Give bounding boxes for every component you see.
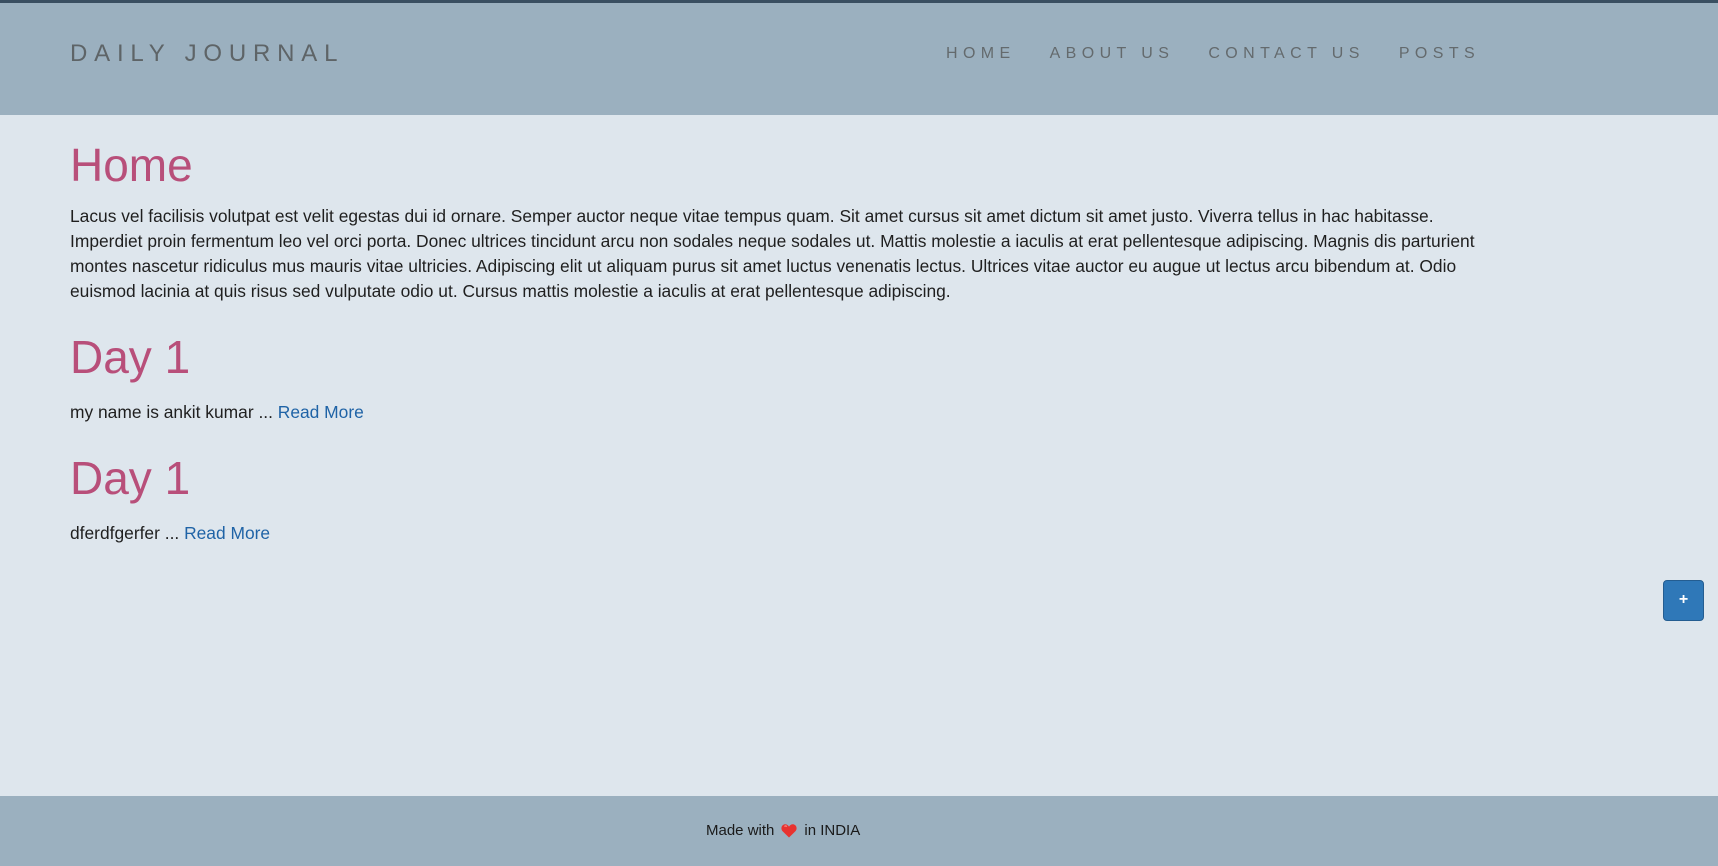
add-post-button[interactable]: + <box>1663 580 1704 621</box>
intro-paragraph: Lacus vel facilisis volutpat est velit e… <box>70 206 1475 301</box>
footer-text-after: in INDIA <box>804 822 861 839</box>
heart-icon <box>781 824 797 838</box>
main-content: Home Lacus vel facilisis volutpat est ve… <box>70 138 1490 546</box>
navbar: DAILY JOURNAL HOME ABOUT US CONTACT US P… <box>0 3 1718 115</box>
read-more-link[interactable]: Read More <box>278 402 364 422</box>
post-item: Day 1 my name is ankit kumar ... Read Mo… <box>70 330 1490 425</box>
nav-home-link[interactable]: HOME <box>946 45 1016 63</box>
post-excerpt-text: my name is ankit kumar ... <box>70 402 278 422</box>
post-title: Day 1 <box>70 452 191 504</box>
footer-text-before: Made with <box>706 822 775 839</box>
nav-contact-link[interactable]: CONTACT US <box>1208 45 1365 63</box>
page-title: Home <box>70 139 193 191</box>
nav-about-link[interactable]: ABOUT US <box>1050 45 1175 63</box>
post-excerpt: my name is ankit kumar ... Read More <box>70 400 1490 425</box>
read-more-link[interactable]: Read More <box>184 523 270 543</box>
post-title: Day 1 <box>70 331 191 383</box>
post-item: Day 1 dferdfgerfer ... Read More <box>70 451 1490 546</box>
footer: Made with in INDIA <box>0 796 1718 866</box>
post-excerpt: dferdfgerfer ... Read More <box>70 521 1490 546</box>
footer-text: Made with in INDIA <box>706 822 860 839</box>
brand-logo[interactable]: DAILY JOURNAL <box>70 40 344 68</box>
post-excerpt-text: dferdfgerfer ... <box>70 523 185 543</box>
nav-posts-link[interactable]: POSTS <box>1399 45 1480 63</box>
nav-menu: HOME ABOUT US CONTACT US POSTS <box>946 45 1514 63</box>
